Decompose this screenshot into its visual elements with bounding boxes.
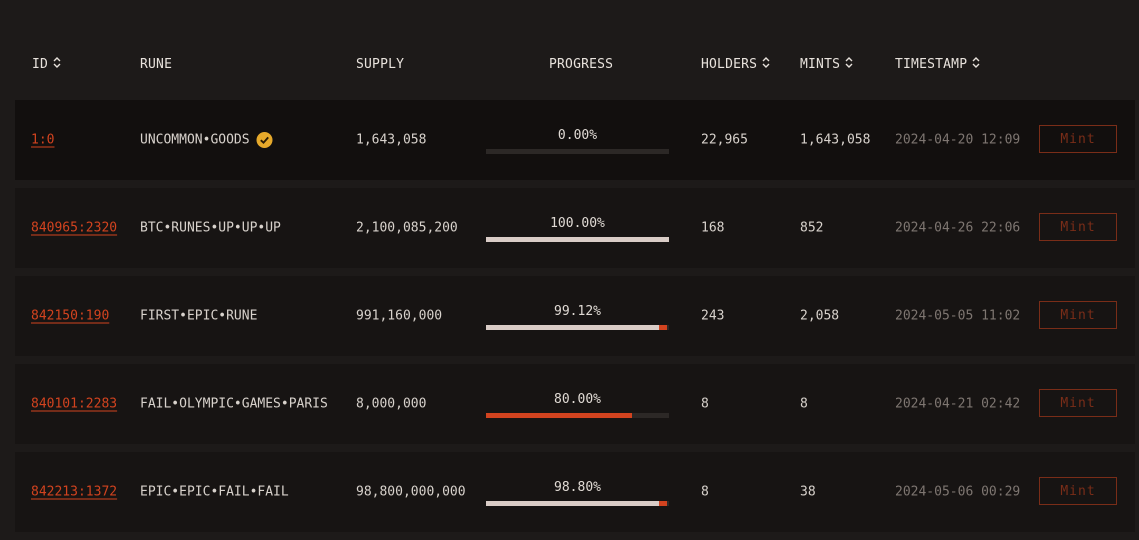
verified-badge-icon	[256, 132, 273, 149]
progress-label: 98.80%	[554, 480, 601, 495]
column-header-id-label: ID	[32, 57, 49, 72]
progress-fill	[486, 501, 667, 506]
mints-value: 38	[800, 484, 816, 500]
mint-button[interactable]: Mint	[1039, 389, 1117, 417]
table-row[interactable]: 840965:2320 BTC•RUNES•UP•UP•UP 2,100,085…	[15, 188, 1135, 268]
rune-id-link[interactable]: 1:0	[31, 133, 54, 148]
column-header-holders-label: HOLDERS	[701, 57, 758, 72]
supply-value: 2,100,085,200	[356, 220, 458, 236]
table-row[interactable]: 842150:190 FIRST•EPIC•RUNE 991,160,000 9…	[15, 276, 1135, 356]
holders-value: 243	[701, 308, 725, 324]
column-header-supply-label: SUPPLY	[356, 57, 405, 72]
rune-name-label: EPIC•EPIC•FAIL•FAIL	[140, 484, 289, 500]
mint-button[interactable]: Mint	[1039, 125, 1117, 153]
rune-name: EPIC•EPIC•FAIL•FAIL	[140, 485, 289, 500]
column-header-timestamp[interactable]: TIMESTAMP	[895, 57, 980, 72]
column-header-rune: RUNE	[140, 57, 172, 72]
table-row[interactable]: 1:0 UNCOMMON•GOODS 1,643,058 0.00% 22,96…	[15, 100, 1135, 180]
progress-label: 99.12%	[554, 304, 601, 319]
progress-fill	[486, 413, 633, 418]
rune-name-label: UNCOMMON•GOODS	[140, 132, 250, 148]
rune-id-link[interactable]: 840101:2283	[31, 397, 117, 412]
rune-id-link[interactable]: 842150:190	[31, 309, 109, 324]
column-header-progress-label: PROGRESS	[549, 57, 614, 72]
progress-cell: 100.00%	[486, 216, 669, 242]
progress-cell: 80.00%	[486, 392, 669, 418]
mint-button[interactable]: Mint	[1039, 213, 1117, 241]
progress-bar	[486, 149, 669, 154]
progress-bar	[486, 413, 669, 418]
supply-value: 1,643,058	[356, 132, 427, 148]
progress-bar	[486, 501, 669, 506]
rune-name-label: BTC•RUNES•UP•UP•UP	[140, 220, 281, 236]
mints-value: 1,643,058	[800, 132, 871, 148]
sort-icon[interactable]	[845, 57, 853, 72]
rune-name: FAIL•OLYMPIC•GAMES•PARIS	[140, 397, 328, 412]
rune-name: BTC•RUNES•UP•UP•UP	[140, 221, 281, 236]
table-row[interactable]: 842213:1372 EPIC•EPIC•FAIL•FAIL 98,800,0…	[15, 452, 1135, 532]
supply-value: 8,000,000	[356, 396, 427, 412]
mint-button[interactable]: Mint	[1039, 301, 1117, 329]
column-header-supply: SUPPLY	[356, 57, 404, 72]
column-header-mints-label: MINTS	[800, 57, 841, 72]
rune-name: UNCOMMON•GOODS	[140, 132, 273, 149]
progress-cell: 99.12%	[486, 304, 669, 330]
progress-cell: 0.00%	[486, 128, 669, 154]
table-header: ID RUNE SUPPLY PROGRESS HOLDERS MINTS TI…	[0, 0, 1139, 100]
timestamp-value: 2024-04-20 12:09	[895, 132, 1021, 148]
progress-fill	[486, 237, 669, 242]
sort-icon[interactable]	[53, 57, 61, 72]
column-header-id[interactable]: ID	[32, 57, 61, 72]
column-header-rune-label: RUNE	[140, 57, 173, 72]
progress-bar	[486, 237, 669, 242]
rune-name-label: FIRST•EPIC•RUNE	[140, 308, 258, 324]
progress-fill	[486, 325, 668, 330]
column-header-progress: PROGRESS	[549, 57, 613, 72]
progress-bar	[486, 325, 669, 330]
rune-id-link[interactable]: 840965:2320	[31, 221, 117, 236]
sort-icon[interactable]	[972, 57, 980, 72]
table-row[interactable]: 840101:2283 FAIL•OLYMPIC•GAMES•PARIS 8,0…	[15, 364, 1135, 444]
progress-label: 80.00%	[554, 392, 601, 407]
mints-value: 852	[800, 220, 824, 236]
rune-name: FIRST•EPIC•RUNE	[140, 309, 257, 324]
mints-value: 8	[800, 396, 808, 412]
rune-id-link[interactable]: 842213:1372	[31, 485, 117, 500]
column-header-holders[interactable]: HOLDERS	[701, 57, 770, 72]
rune-name-label: FAIL•OLYMPIC•GAMES•PARIS	[140, 396, 328, 412]
supply-value: 98,800,000,000	[356, 484, 466, 500]
holders-value: 22,965	[701, 132, 748, 148]
mint-button[interactable]: Mint	[1039, 477, 1117, 505]
mints-value: 2,058	[800, 308, 840, 324]
timestamp-value: 2024-05-06 00:29	[895, 484, 1021, 500]
timestamp-value: 2024-04-26 22:06	[895, 220, 1021, 236]
progress-cell: 98.80%	[486, 480, 669, 506]
sort-icon[interactable]	[762, 57, 770, 72]
column-header-mints[interactable]: MINTS	[800, 57, 853, 72]
timestamp-value: 2024-04-21 02:42	[895, 396, 1021, 412]
supply-value: 991,160,000	[356, 308, 443, 324]
runes-table: ID RUNE SUPPLY PROGRESS HOLDERS MINTS TI…	[0, 0, 1139, 540]
column-header-timestamp-label: TIMESTAMP	[895, 57, 968, 72]
holders-value: 168	[701, 220, 725, 236]
holders-value: 8	[701, 396, 709, 412]
holders-value: 8	[701, 484, 709, 500]
progress-label: 100.00%	[550, 216, 605, 231]
progress-label: 0.00%	[557, 128, 598, 143]
timestamp-value: 2024-05-05 11:02	[895, 308, 1021, 324]
